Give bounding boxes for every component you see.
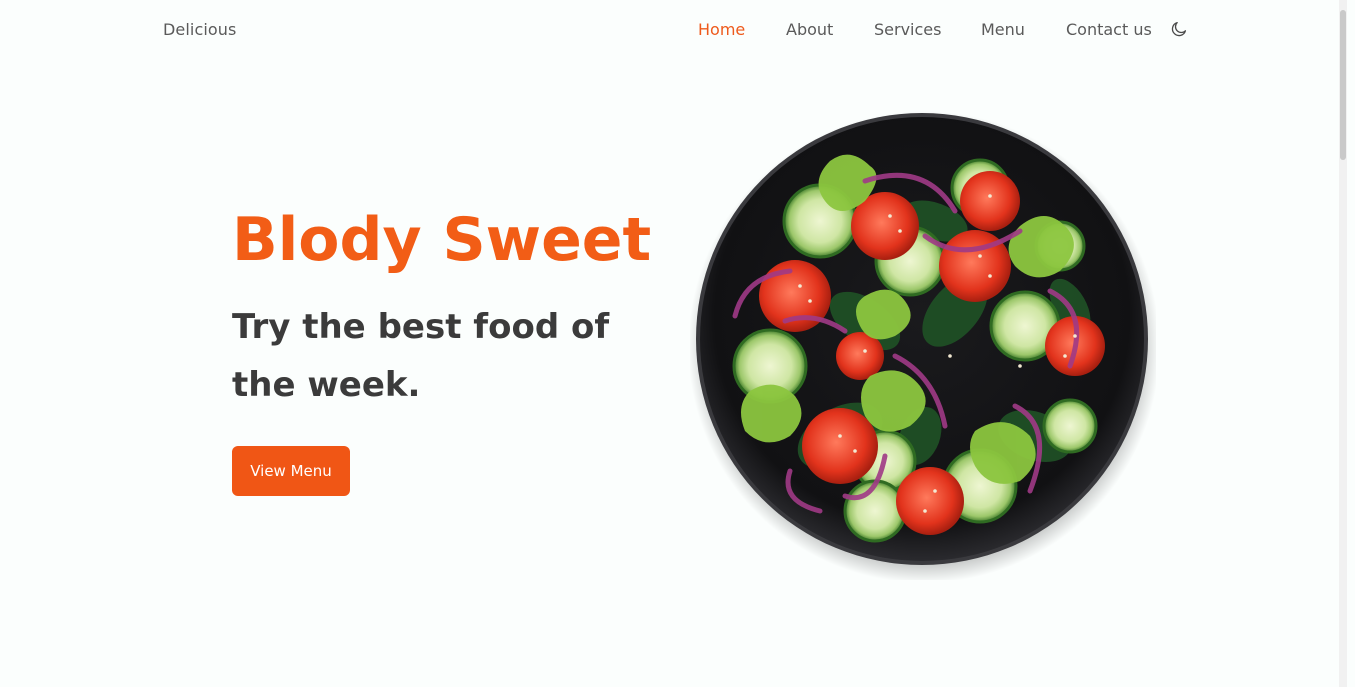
moon-icon <box>1171 21 1187 37</box>
scrollbar-thumb[interactable] <box>1340 10 1346 160</box>
nav-item-menu[interactable]: Menu <box>981 20 1025 39</box>
nav-item-services[interactable]: Services <box>874 20 941 39</box>
nav-item-about[interactable]: About <box>786 20 833 39</box>
nav-item-home[interactable]: Home <box>698 20 745 39</box>
theme-toggle-button[interactable] <box>1170 20 1188 38</box>
page: Delicious Home About Services Menu Conta… <box>0 0 1347 687</box>
view-menu-button[interactable]: View Menu <box>232 446 350 496</box>
salad-bowl-image <box>688 106 1160 583</box>
vertical-scrollbar[interactable] <box>1339 0 1347 687</box>
hero-title: Blody Sweet <box>232 205 652 275</box>
hero-subtitle: Try the best food of the week. <box>232 307 610 405</box>
site-header: Delicious Home About Services Menu Conta… <box>0 0 1347 62</box>
nav-item-contact-us[interactable]: Contact us <box>1066 20 1152 39</box>
main-nav: Home About Services Menu Contact us <box>0 20 1347 42</box>
